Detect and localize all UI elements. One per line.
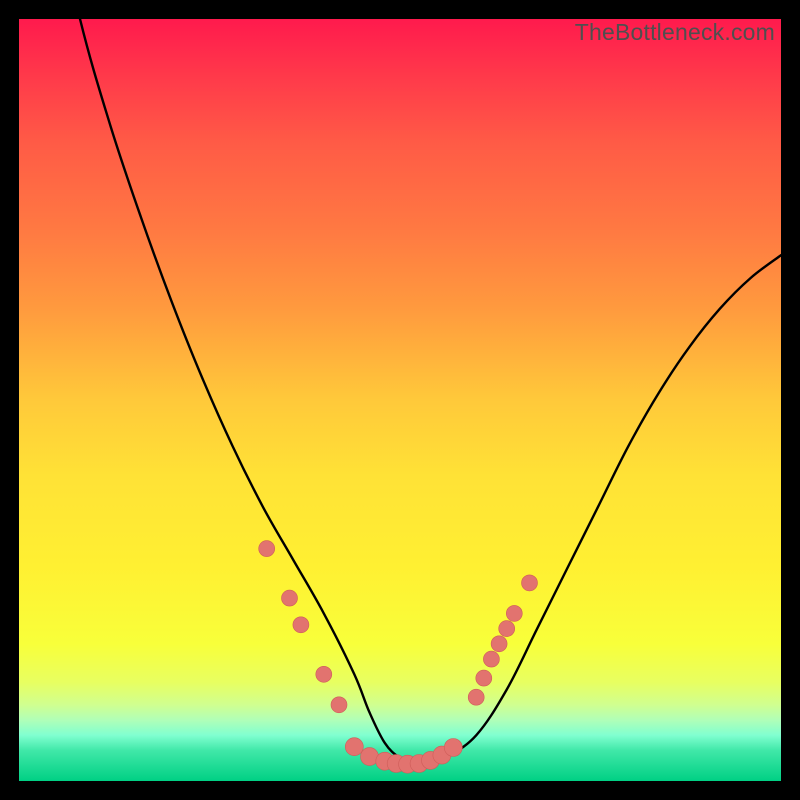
bottleneck-chart-svg bbox=[19, 19, 781, 781]
data-marker bbox=[331, 697, 347, 713]
bottleneck-curve bbox=[19, 19, 781, 767]
data-marker bbox=[476, 670, 492, 686]
chart-frame: TheBottleneck.com bbox=[0, 0, 800, 800]
data-marker bbox=[468, 689, 484, 705]
data-markers bbox=[259, 541, 538, 774]
data-marker bbox=[506, 605, 522, 621]
data-marker bbox=[444, 739, 462, 757]
data-marker bbox=[499, 621, 515, 637]
data-marker bbox=[491, 636, 507, 652]
data-marker bbox=[483, 651, 499, 667]
data-marker bbox=[316, 666, 332, 682]
data-marker bbox=[345, 738, 363, 756]
data-marker bbox=[259, 541, 275, 557]
chart-plot-area: TheBottleneck.com bbox=[19, 19, 781, 781]
data-marker bbox=[282, 590, 298, 606]
data-marker bbox=[293, 617, 309, 633]
data-marker bbox=[522, 575, 538, 591]
